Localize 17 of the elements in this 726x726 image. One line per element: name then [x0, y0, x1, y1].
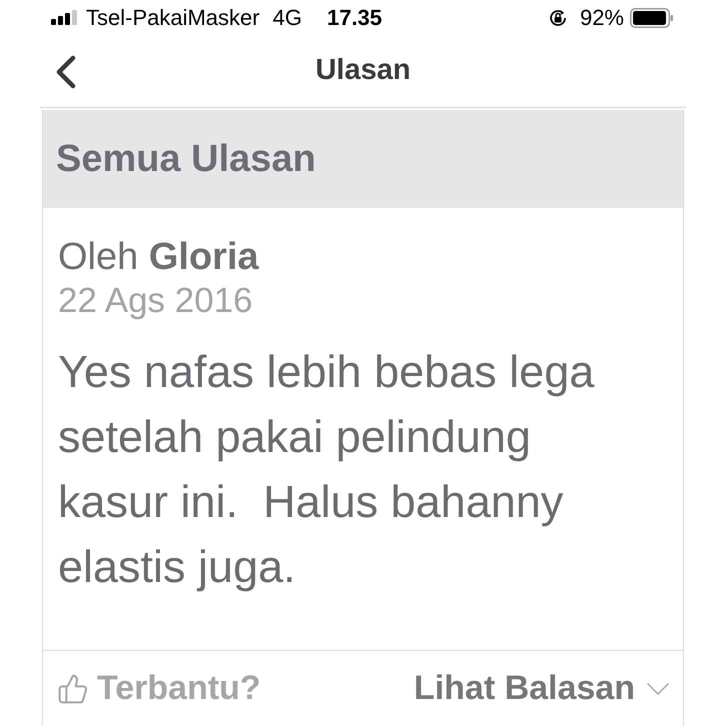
clock-time: 17.35	[326, 4, 382, 32]
review-author: Oleh Gloria	[58, 235, 259, 279]
review-date: 22 Ags 2016	[58, 280, 253, 322]
thumbs-up-icon	[57, 672, 89, 704]
rotation-lock-icon	[548, 8, 568, 28]
helpful-button[interactable]: Terbantu?	[57, 663, 261, 714]
section-title: Semua Ulasan	[56, 136, 316, 182]
battery-icon	[630, 8, 674, 28]
page-title: Ulasan	[315, 53, 411, 88]
battery-percent: 92%	[580, 4, 624, 32]
chevron-down-icon	[647, 682, 669, 694]
view-replies-button[interactable]: Lihat Balasan	[414, 663, 669, 714]
review-text: Yes nafas lebih bebas lega setelah pakai pelindung kasur ini. Halus bahanny elastis juga.	[58, 345, 596, 594]
back-chevron-icon	[55, 55, 77, 89]
carrier-name: Tsel-PakaiMasker	[86, 4, 260, 32]
network-type: 4G	[272, 4, 302, 32]
signal-bars-icon	[51, 10, 79, 25]
